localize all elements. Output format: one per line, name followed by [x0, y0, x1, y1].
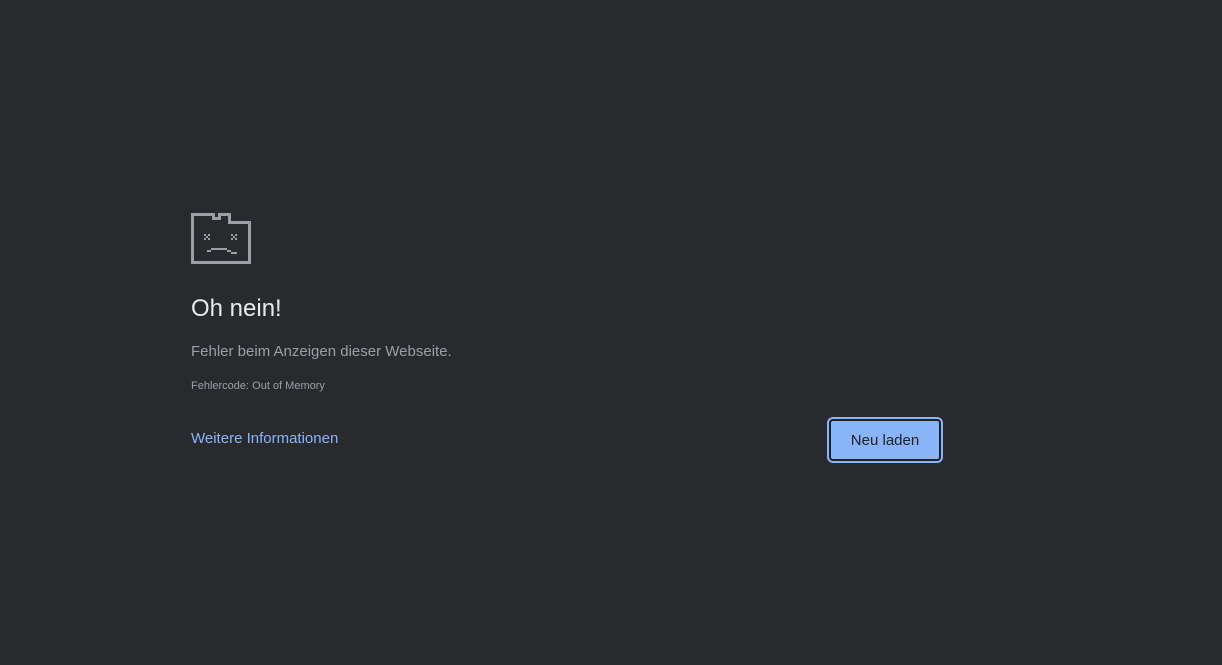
error-page: Oh nein! Fehler beim Anzeigen dieser Web…	[0, 0, 1222, 665]
error-message: Fehler beim Anzeigen dieser Webseite.	[191, 343, 452, 360]
page-title: Oh nein!	[191, 295, 282, 322]
sad-tab-icon	[191, 213, 251, 264]
reload-button[interactable]: Neu laden	[827, 417, 943, 463]
error-code: Fehlercode: Out of Memory	[191, 380, 325, 392]
error-container: Oh nein! Fehler beim Anzeigen dieser Web…	[191, 212, 943, 463]
learn-more-link[interactable]: Weitere Informationen	[191, 429, 338, 449]
actions-row: Weitere Informationen Neu laden	[191, 417, 943, 463]
